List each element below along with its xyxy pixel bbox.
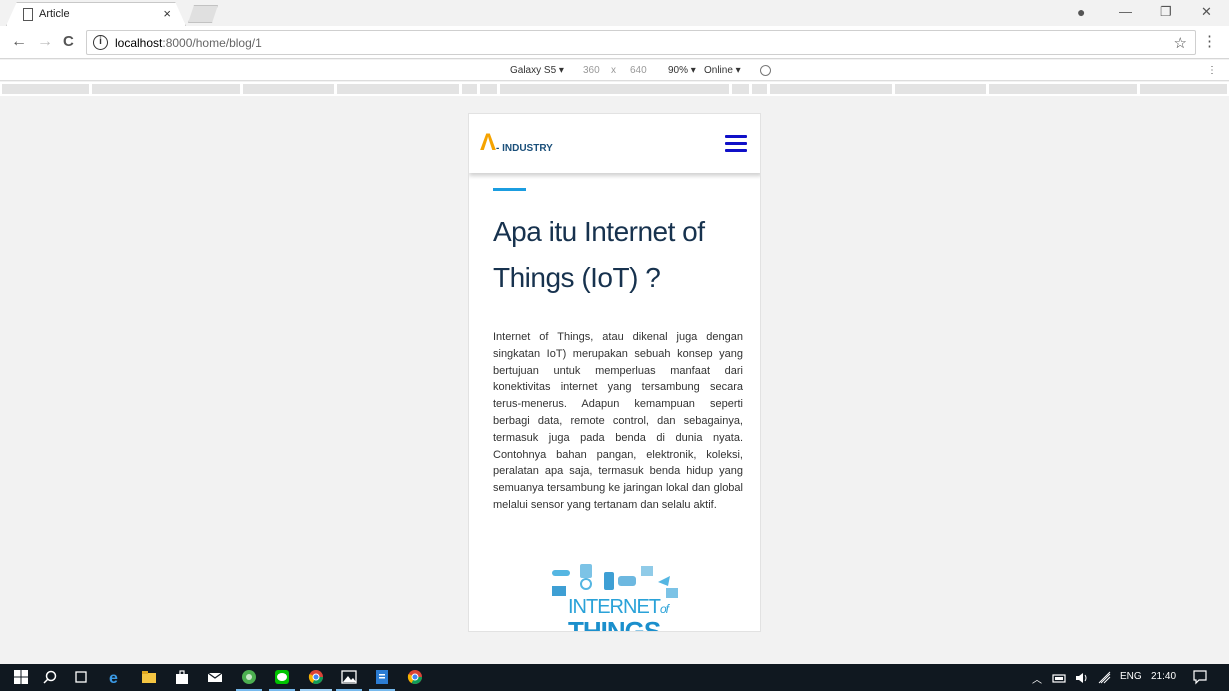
mobile-page: Λ - INDUSTRY Apa itu Internet of Things … <box>468 113 761 632</box>
url-text: localhost:8000/home/blog/1 <box>115 36 262 50</box>
store-icon[interactable] <box>174 669 190 685</box>
device-viewport: Λ - INDUSTRY Apa itu Internet of Things … <box>0 97 1229 664</box>
reload-button[interactable]: C <box>63 33 74 50</box>
word-document-icon[interactable] <box>374 669 390 685</box>
iot-devices-icon <box>552 564 678 598</box>
minimize-button[interactable]: — <box>1119 4 1132 19</box>
bookmark-star-icon[interactable]: ☆ <box>1174 34 1187 52</box>
logo-text[interactable]: - INDUSTRY <box>496 143 553 154</box>
media-query-segment[interactable] <box>895 84 986 94</box>
profile-icon[interactable]: ● <box>1077 4 1085 20</box>
search-icon[interactable] <box>42 669 58 685</box>
site-info-icon[interactable]: i <box>93 35 108 50</box>
media-query-segment[interactable] <box>92 84 240 94</box>
media-query-segment[interactable] <box>752 84 767 94</box>
chrome-icon-secondary[interactable] <box>407 669 423 685</box>
logo-icon[interactable]: Λ <box>480 131 496 155</box>
close-window-button[interactable]: ✕ <box>1201 4 1212 20</box>
wifi-icon[interactable] <box>1097 670 1113 686</box>
app-green-circle-icon[interactable] <box>241 669 257 685</box>
mail-icon[interactable] <box>207 669 223 685</box>
title-accent-line <box>493 188 526 191</box>
language-indicator[interactable]: ENG <box>1120 671 1142 682</box>
zoom-select[interactable]: 90% ▾ <box>668 65 696 76</box>
volume-icon[interactable] <box>1074 670 1090 686</box>
device-toolbar-menu-icon[interactable]: ⋮ <box>1207 65 1217 76</box>
browser-tab[interactable]: Article × <box>6 2 186 26</box>
forward-button[interactable]: → <box>37 33 53 51</box>
battery-icon[interactable] <box>1052 670 1068 686</box>
line-messenger-icon[interactable] <box>274 669 290 685</box>
new-tab-button[interactable] <box>188 5 218 23</box>
address-bar[interactable]: i localhost:8000/home/blog/1 ☆ <box>86 30 1196 55</box>
clock[interactable]: 21:40 <box>1151 671 1176 682</box>
device-toolbar: Galaxy S5 ▾ 360 x 640 90% ▾ Online ▾ ⋮ <box>0 60 1229 81</box>
browser-titlebar: Article × ● — ❐ ✕ <box>0 0 1229 26</box>
article-body: Internet of Things, atau dikenal juga de… <box>493 331 743 511</box>
device-select[interactable]: Galaxy S5 ▾ <box>510 65 564 76</box>
media-query-segment[interactable] <box>1140 84 1227 94</box>
svg-text:e: e <box>109 670 118 685</box>
media-query-segment[interactable] <box>2 84 89 94</box>
tray-chevron-up-icon[interactable]: ︿ <box>1032 671 1042 686</box>
hamburger-menu-icon[interactable] <box>725 135 747 153</box>
media-query-segment[interactable] <box>462 84 477 94</box>
browser-toolbar: ← → C i localhost:8000/home/blog/1 ☆ ⋮ <box>0 26 1229 59</box>
dimension-separator: x <box>611 65 616 76</box>
document-icon <box>23 8 33 21</box>
network-throttle-select[interactable]: Online ▾ <box>704 65 741 76</box>
media-query-segment[interactable] <box>770 84 892 94</box>
restore-button[interactable]: ❐ <box>1160 4 1172 20</box>
media-query-segment[interactable] <box>337 84 459 94</box>
chrome-icon[interactable] <box>308 669 324 685</box>
tab-title: Article <box>39 8 70 20</box>
viewport-height-input[interactable]: 640 <box>630 65 647 76</box>
site-header: Λ - INDUSTRY <box>469 114 760 173</box>
edge-browser-icon[interactable]: e <box>108 669 124 685</box>
media-query-bar <box>0 82 1229 96</box>
windows-start-icon[interactable] <box>13 669 29 685</box>
article-title: Apa itu Internet of Things (IoT) ? <box>493 216 705 293</box>
rotate-icon[interactable] <box>760 65 771 76</box>
iot-word-things: THINGS <box>568 616 661 632</box>
tab-close-icon[interactable]: × <box>163 6 171 21</box>
back-button[interactable]: ← <box>11 33 27 51</box>
media-query-segment[interactable] <box>500 84 729 94</box>
viewport-width-input[interactable]: 360 <box>583 65 600 76</box>
media-query-segment[interactable] <box>989 84 1137 94</box>
photos-icon[interactable] <box>341 669 357 685</box>
windows-taskbar: e ︿ ENG 21:40 <box>0 664 1229 691</box>
media-query-segment[interactable] <box>480 84 497 94</box>
media-query-segment[interactable] <box>732 84 749 94</box>
action-center-icon[interactable] <box>1192 669 1208 685</box>
iot-illustration: INTERNETof THINGS <box>546 560 688 632</box>
browser-menu-icon[interactable]: ⋮ <box>1202 32 1217 50</box>
media-query-segment[interactable] <box>243 84 334 94</box>
file-explorer-icon[interactable] <box>141 669 157 685</box>
task-view-icon[interactable] <box>73 669 89 685</box>
